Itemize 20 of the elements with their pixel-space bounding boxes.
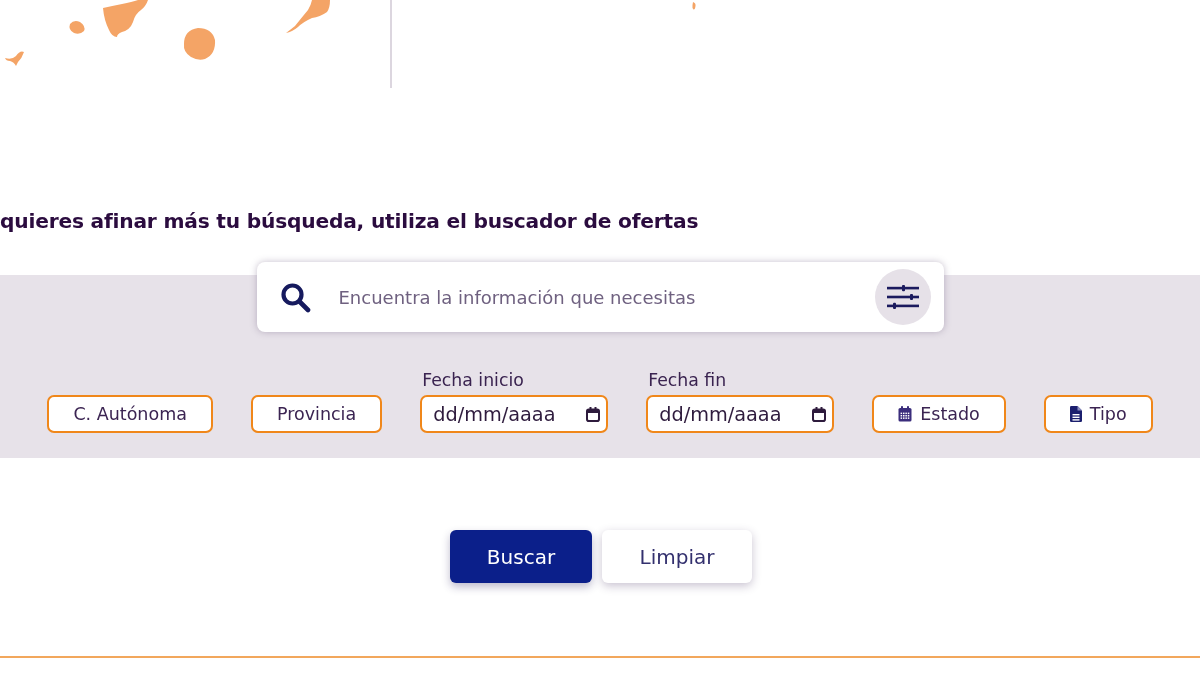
clear-button[interactable]: Limpiar xyxy=(602,530,752,583)
calendar-icon xyxy=(586,406,601,422)
search-field[interactable]: Encuentra la información que necesitas xyxy=(338,282,875,312)
field-label: Fecha fin xyxy=(648,370,727,390)
document-icon xyxy=(1069,406,1082,422)
section-heading: quieres afinar más tu búsqueda, utiliza el buscador de ofertas xyxy=(0,208,699,234)
filter-dropdown[interactable]: C. Autónoma xyxy=(47,395,213,433)
field-label: Fecha inicio xyxy=(422,370,524,390)
calendar-icon xyxy=(898,406,913,422)
map-fragment xyxy=(692,2,696,10)
calendar-icon xyxy=(812,406,827,422)
sliders-icon xyxy=(886,285,919,309)
search-box[interactable]: Encuentra la información que necesitas xyxy=(256,262,944,332)
filter-dropdown[interactable]: Tipo xyxy=(1043,395,1153,433)
date-field[interactable]: dd/mm/aaaa xyxy=(646,395,835,433)
date-field[interactable]: dd/mm/aaaa xyxy=(420,395,609,433)
search-icon xyxy=(279,281,311,313)
filter-dropdown[interactable]: Provincia xyxy=(250,395,383,433)
search-button[interactable]: Buscar xyxy=(450,530,592,583)
filter-dropdown[interactable]: Estado xyxy=(872,395,1006,433)
